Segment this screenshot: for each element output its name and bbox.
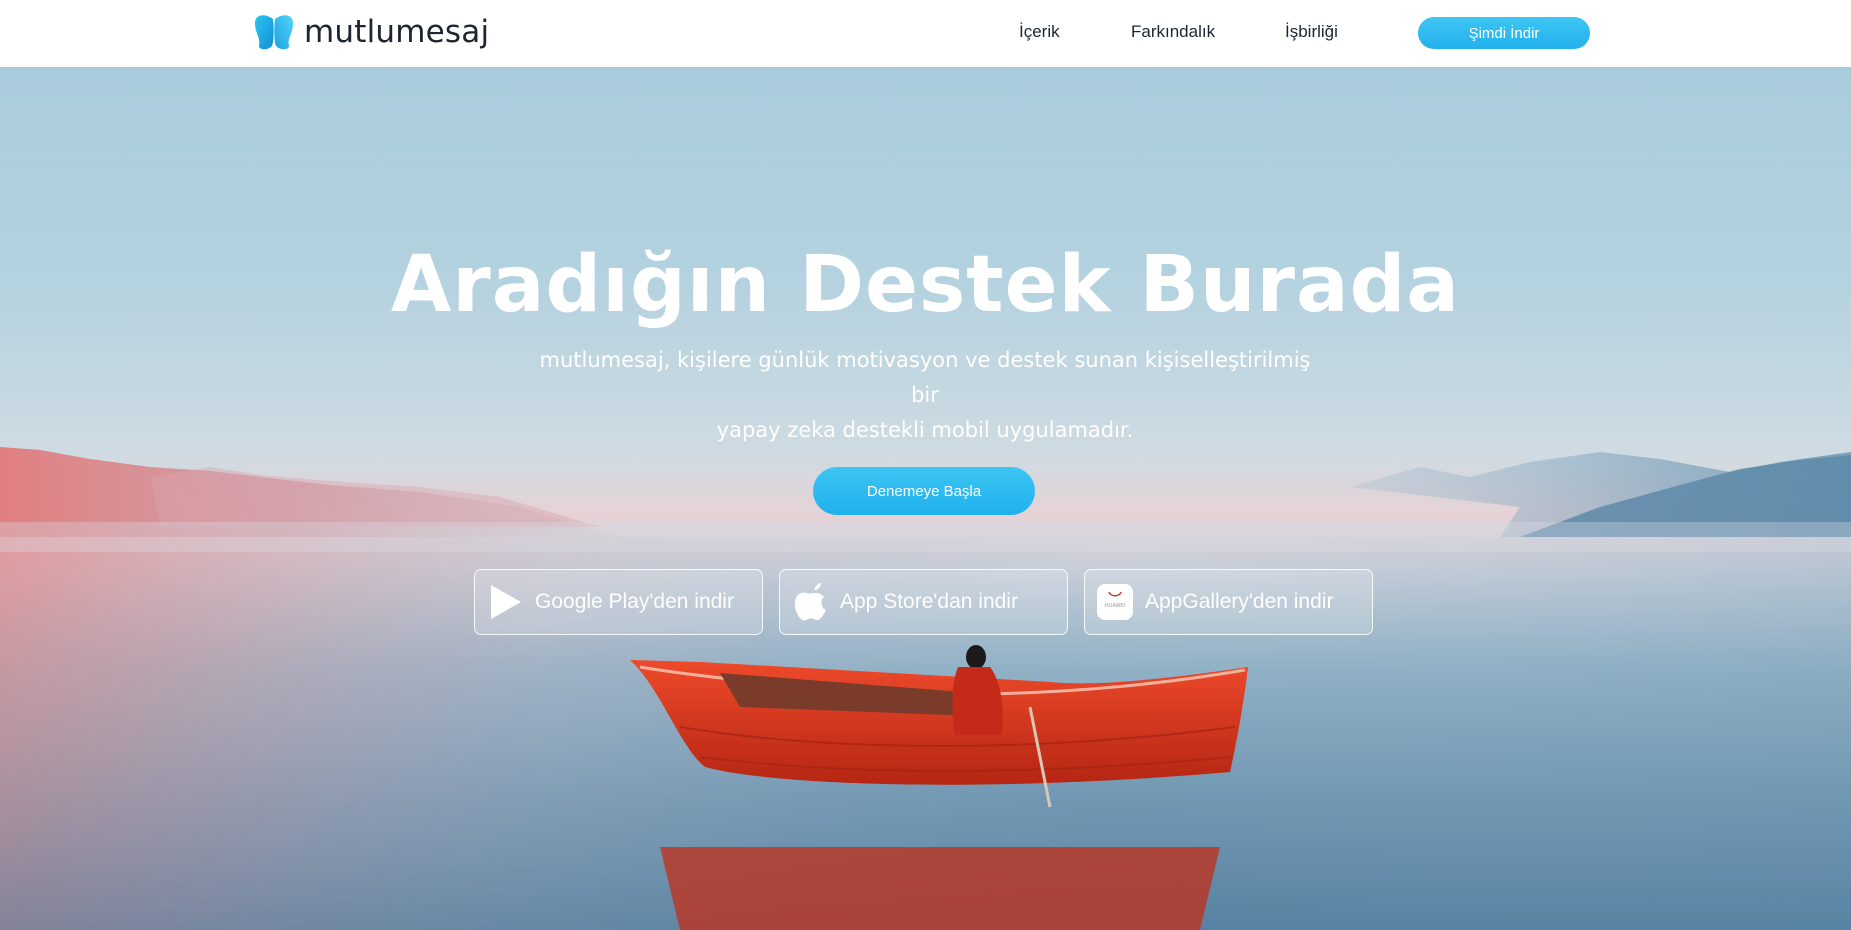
hero-subtitle-line-2: yapay zeka destekli mobil uygulamadır. xyxy=(716,418,1134,442)
start-trial-button[interactable]: Denemeye Başla xyxy=(813,467,1035,515)
hero-title: Aradığın Destek Burada xyxy=(390,240,1461,330)
brand-name: mutlumesaj xyxy=(304,14,490,50)
butterfly-logo-icon xyxy=(253,13,295,51)
site-header: mutlumesaj İçerik Farkındalık İşbirliği … xyxy=(0,0,1851,67)
google-play-icon xyxy=(475,569,535,635)
appgallery-download-button[interactable]: HUAWEI AppGallery'den indir xyxy=(1084,569,1373,635)
appgallery-label: AppGallery'den indir xyxy=(1145,590,1334,613)
huawei-appgallery-icon: HUAWEI xyxy=(1085,569,1145,635)
apple-icon xyxy=(780,569,840,635)
huawei-badge-text: HUAWEI xyxy=(1104,603,1126,609)
download-now-button[interactable]: Şimdi İndir xyxy=(1418,17,1590,49)
nav-item-farkindalik[interactable]: Farkındalık xyxy=(1131,22,1215,42)
google-play-label: Google Play'den indir xyxy=(535,590,734,613)
google-play-download-button[interactable]: Google Play'den indir xyxy=(474,569,763,635)
app-store-label: App Store'dan indir xyxy=(840,590,1018,613)
nav-item-isbirligi[interactable]: İşbirliği xyxy=(1285,22,1338,42)
hero-subtitle-line-1: mutlumesaj, kişilere günlük motivasyon v… xyxy=(539,348,1311,407)
hero-subtitle: mutlumesaj, kişilere günlük motivasyon v… xyxy=(525,343,1325,448)
nav-item-icerik[interactable]: İçerik xyxy=(1019,22,1060,42)
brand-logo[interactable]: mutlumesaj xyxy=(253,13,489,51)
hero-section: Aradığın Destek Burada mutlumesaj, kişil… xyxy=(0,67,1851,930)
app-store-download-button[interactable]: App Store'dan indir xyxy=(779,569,1068,635)
